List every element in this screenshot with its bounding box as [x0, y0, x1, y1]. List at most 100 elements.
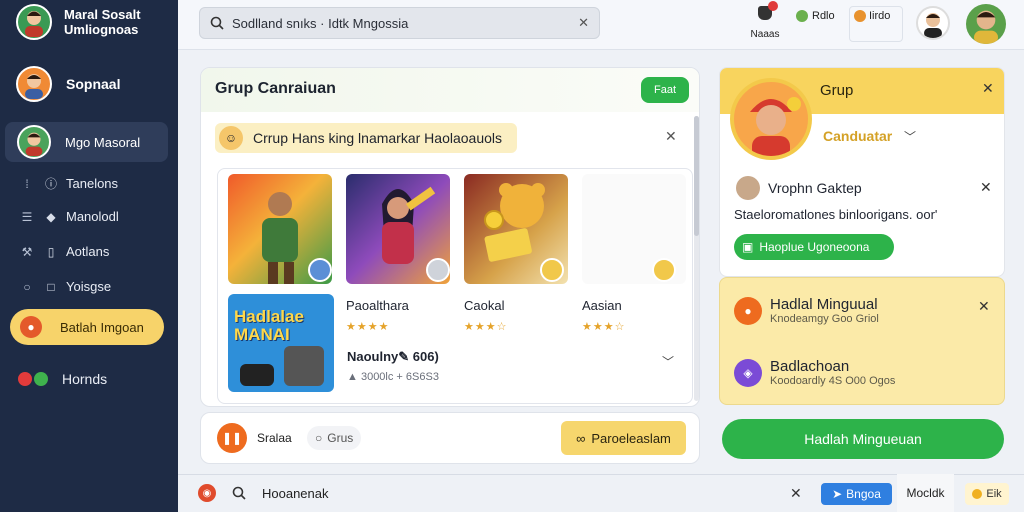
group-green-button[interactable]: ▣ Haoplue Ugoneoona	[734, 234, 894, 260]
main-card-title: Grup Canraiuan	[215, 80, 336, 97]
banner-avatar-icon: ☺	[219, 126, 243, 150]
notification-badge	[768, 1, 778, 11]
bottom-search-input[interactable]: Hooanenak	[262, 486, 329, 501]
profile-avatar	[16, 66, 52, 102]
person-icon	[25, 74, 43, 99]
pause-icon[interactable]: ❚❚	[217, 423, 247, 453]
person-icon	[750, 97, 801, 156]
tile-badge-icon	[540, 258, 564, 282]
sidebar-item-label: Tanelons	[66, 176, 119, 191]
group-user-name: Vrophn Gaktep	[768, 180, 862, 196]
list-item-subtitle: Koodoardly 4S O00 Ogos	[770, 375, 896, 387]
shield-icon: ◈	[734, 358, 762, 387]
bottom-blue-button[interactable]: ➤ Bngoa	[821, 483, 892, 505]
list-item[interactable]: ● Hadlal Minguual Knodeamgy Goo Griol	[734, 296, 879, 325]
list-item-title: Badlachoan	[770, 358, 850, 375]
sidebar-item-3[interactable]: ○ □ Yoisgse	[18, 279, 111, 294]
active-item-label: Mgo Masoral	[65, 134, 141, 150]
info-banner[interactable]: ☺ Crrup Hans king lnamarkar Haolaoauols	[215, 123, 517, 153]
footer-yellow-label: Paroeleaslam	[591, 430, 671, 446]
footer-radio[interactable]: ○ Grus	[307, 426, 362, 450]
scrollbar-thumb[interactable]	[694, 116, 699, 236]
clear-search-icon[interactable]: ✕	[578, 15, 589, 31]
wrench-icon: ⚒	[21, 244, 33, 259]
main-card: Grup Canraiuan Faat ☺ Crrup Hans king ln…	[200, 67, 700, 407]
bottom-yellow-button[interactable]: Eik	[965, 483, 1009, 505]
sidebar-item-label: Aotlans	[66, 244, 110, 259]
coin-counter[interactable]: Rdlo	[796, 10, 835, 22]
chevron-down-icon[interactable]: ﹀	[904, 128, 916, 145]
list-item-title: Hadlal Minguual	[770, 296, 878, 313]
active-item-avatar	[17, 125, 51, 159]
bird-icon: ➤	[832, 487, 843, 501]
brand-line1: Maral Sosalt	[64, 7, 141, 22]
price-sub-value: 3000lc + 6S6S3	[360, 371, 439, 383]
group-panel: Grup ✕ Canduatar ﹀ Vrophn Gaktep ✕ Stael…	[719, 67, 1005, 277]
brand-line2: Umliognoas	[64, 22, 139, 37]
coin-icon	[972, 489, 983, 499]
group-green-label: Haoplue Ugoneoona	[759, 240, 870, 254]
chat-icon: ▣	[742, 240, 754, 254]
person-icon	[25, 132, 43, 156]
notifications-label: Naaas	[750, 29, 780, 40]
bell-icon	[758, 1, 778, 20]
bottom-mock-tab[interactable]: Mocldk	[897, 474, 954, 512]
person-icon	[974, 10, 998, 44]
wallet-button[interactable]: Iirdo	[849, 6, 903, 42]
location-pin-icon: ●	[20, 316, 42, 338]
tile-badge-icon	[308, 258, 332, 282]
primary-action-button[interactable]: Hadlah Mingueuan	[722, 419, 1004, 459]
footer-label: Sralaa	[257, 431, 292, 445]
coin-icon	[796, 10, 808, 22]
sidebar-item-footer[interactable]: Hornds	[18, 371, 107, 387]
search-icon	[232, 486, 246, 503]
notifications-button[interactable]: Naaas	[744, 1, 786, 40]
main-action-pill[interactable]: Faat	[641, 77, 689, 103]
game-name: Paoalthara	[346, 298, 409, 313]
tile-badge-icon	[652, 258, 676, 282]
highlight-label: Batlah Imgoan	[60, 319, 144, 335]
brand[interactable]: Maral Sosalt Umliognoas	[16, 4, 141, 40]
game-name: Caokal	[464, 298, 505, 313]
sidebar-item-label: Manolodl	[66, 209, 119, 224]
close-icon[interactable]: ✕	[980, 179, 992, 196]
app-logo-icon[interactable]: ◉	[198, 484, 216, 502]
chevron-down-icon[interactable]: ﹀	[662, 353, 674, 370]
sidebar-item-active[interactable]: Mgo Masoral	[5, 122, 168, 162]
wallet-coin-icon	[854, 10, 866, 23]
search-input[interactable]: Sodlland snıks · Idtk Mngossia ✕	[199, 7, 600, 39]
footer-yellow-button[interactable]: ∞ Paroeleaslam	[561, 421, 686, 455]
square-icon: □	[47, 279, 55, 294]
profile-avatar-large[interactable]	[966, 4, 1006, 44]
green-dot-icon	[34, 372, 48, 386]
game-rating: ★★★☆	[464, 321, 508, 333]
promo-tile[interactable]: Hadlalae MANAI	[228, 294, 334, 392]
promo-art	[240, 346, 324, 386]
person-icon	[25, 11, 43, 37]
sidebar-profile[interactable]: Sopnaal	[16, 66, 120, 102]
close-icon[interactable]: ✕	[982, 80, 994, 97]
game-tile[interactable]	[346, 174, 450, 284]
game-tile[interactable]	[464, 174, 568, 284]
game-tile-placeholder[interactable]	[582, 174, 686, 284]
info-icon: ⓘ	[44, 177, 57, 191]
bottom-blue-label: Bngoa	[846, 487, 881, 501]
search-text: Sodlland snıks · Idtk Mngossia	[232, 15, 409, 31]
coin-label: Rdlo	[812, 10, 835, 22]
sidebar-item-0[interactable]: ⁞ ⓘ Tanelons	[18, 175, 118, 192]
fire-icon: ●	[734, 296, 762, 325]
user-avatar[interactable]	[916, 6, 950, 40]
sidebar-item-label: Yoisgse	[66, 279, 112, 294]
list-item-subtitle: Knodeamgy Goo Griol	[770, 313, 879, 325]
group-user[interactable]: Vrophn Gaktep	[736, 176, 862, 200]
sidebar-item-2[interactable]: ⚒ ▯ Aotlans	[18, 244, 110, 259]
close-icon[interactable]: ✕	[978, 298, 990, 315]
clear-icon[interactable]: ✕	[790, 485, 802, 502]
sidebar-item-1[interactable]: ☰ ◆ Manolodl	[18, 209, 119, 224]
circle-icon: ○	[23, 279, 31, 294]
bottom-yellow-label: Eik	[986, 488, 1002, 500]
banner-close-icon[interactable]: ✕	[665, 128, 677, 145]
list-item[interactable]: ◈ Badlachoan Koodoardly 4S O00 Ogos	[734, 358, 895, 387]
sidebar-item-highlight[interactable]: ● Batlah Imgoan	[10, 309, 164, 345]
game-tile[interactable]	[228, 174, 332, 284]
